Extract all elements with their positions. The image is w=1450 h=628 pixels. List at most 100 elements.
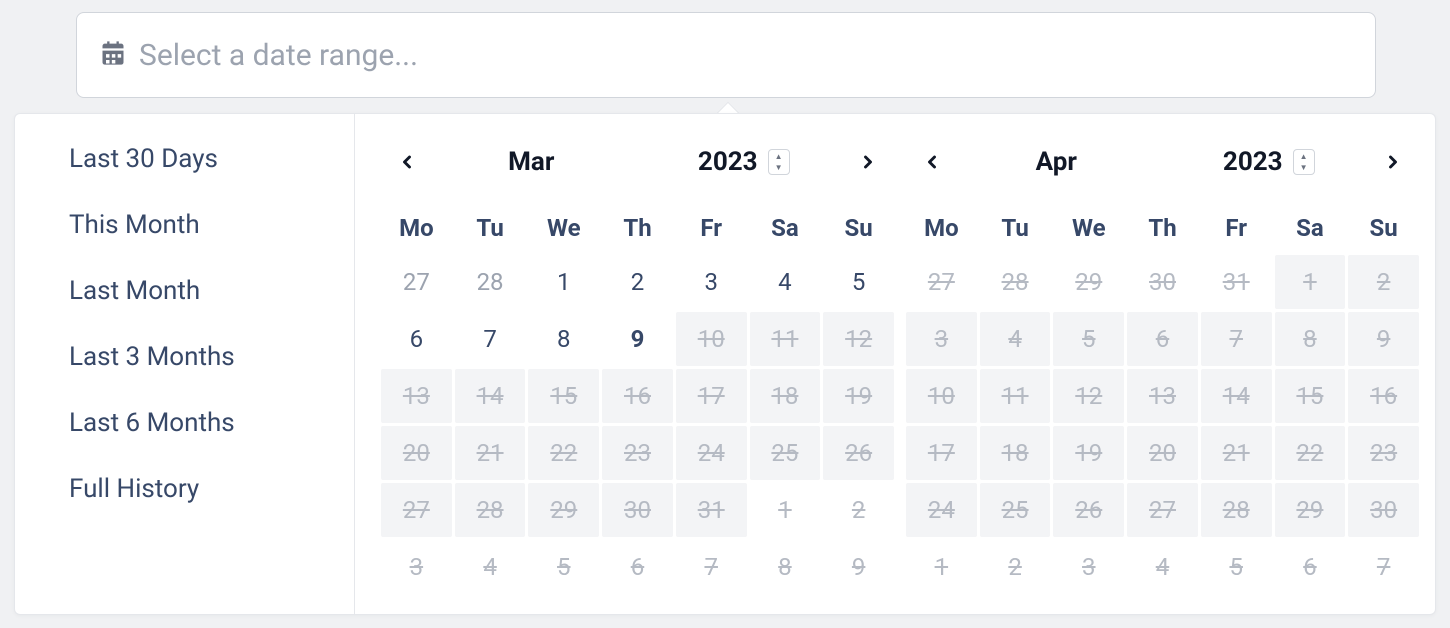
preset-this-month[interactable]: This Month <box>69 210 354 240</box>
calendar-day: 17 <box>676 369 747 423</box>
calendar-day: 30 <box>1127 255 1198 309</box>
day-of-week-header: Mo <box>381 204 452 252</box>
calendar-day[interactable]: 7 <box>455 312 526 366</box>
calendar-right-grid: MoTuWeThFrSaSu27282930311234567891011121… <box>906 204 1419 594</box>
calendar-day: 20 <box>381 426 452 480</box>
chevron-down-icon: ▼ <box>775 164 783 172</box>
calendar-day: 1 <box>1275 255 1346 309</box>
calendar-right: Apr 2023 ▲▼ MoTuWeThFrSaSu27282930311234… <box>900 136 1425 614</box>
chevron-up-icon: ▲ <box>775 153 783 161</box>
calendar-left-header: Mar 2023 ▲▼ <box>381 136 894 188</box>
calendar-day: 29 <box>528 483 599 537</box>
date-range-placeholder: Select a date range... <box>139 38 418 73</box>
preset-list: Last 30 Days This Month Last Month Last … <box>15 114 355 614</box>
day-of-week-header: Th <box>1127 204 1198 252</box>
calendar-day: 28 <box>980 255 1051 309</box>
calendar-day: 11 <box>750 312 821 366</box>
calendar-day: 1 <box>906 540 977 594</box>
day-of-week-header: We <box>528 204 599 252</box>
day-of-week-header: Th <box>602 204 673 252</box>
calendar-day: 23 <box>1348 426 1419 480</box>
calendar-day: 15 <box>1275 369 1346 423</box>
calendar-day: 19 <box>1053 426 1124 480</box>
day-of-week-header: Sa <box>750 204 821 252</box>
calendar-day: 24 <box>676 426 747 480</box>
next-month-button-left[interactable] <box>850 144 886 180</box>
calendar-day: 28 <box>1201 483 1272 537</box>
calendar-day: 7 <box>1348 540 1419 594</box>
day-of-week-header: We <box>1053 204 1124 252</box>
next-month-button[interactable] <box>1375 144 1411 180</box>
calendar-day: 29 <box>1053 255 1124 309</box>
calendar-day[interactable]: 8 <box>528 312 599 366</box>
calendar-day[interactable]: 2 <box>602 255 673 309</box>
calendar-day[interactable]: 6 <box>381 312 452 366</box>
calendar-day: 27 <box>1127 483 1198 537</box>
preset-last-month[interactable]: Last Month <box>69 276 354 306</box>
calendar-day[interactable]: 4 <box>750 255 821 309</box>
calendar-day: 8 <box>1275 312 1346 366</box>
calendar-day: 29 <box>1275 483 1346 537</box>
calendar-day[interactable]: 5 <box>823 255 894 309</box>
calendar-day: 2 <box>1348 255 1419 309</box>
calendar-day: 2 <box>980 540 1051 594</box>
calendar-day: 27 <box>906 255 977 309</box>
calendar-day: 18 <box>980 426 1051 480</box>
calendar-day: 4 <box>455 540 526 594</box>
calendar-day: 31 <box>1201 255 1272 309</box>
calendar-day: 13 <box>381 369 452 423</box>
preset-last-3-months[interactable]: Last 3 Months <box>69 342 354 372</box>
preset-last-6-months[interactable]: Last 6 Months <box>69 408 354 438</box>
calendar-left-year: 2023 <box>698 147 758 177</box>
day-of-week-header: Fr <box>1201 204 1272 252</box>
calendar-day: 11 <box>980 369 1051 423</box>
calendar-day: 30 <box>1348 483 1419 537</box>
year-spinner-right[interactable]: ▲▼ <box>1293 149 1315 175</box>
calendar-day: 3 <box>906 312 977 366</box>
calendar-day[interactable]: 27 <box>381 255 452 309</box>
calendar-day: 2 <box>823 483 894 537</box>
prev-month-button[interactable] <box>389 144 425 180</box>
prev-month-button-right[interactable] <box>914 144 950 180</box>
calendar-panels: Mar 2023 ▲▼ MoTuWeThFrSaSu27281234567891… <box>355 114 1435 614</box>
calendar-day: 5 <box>1201 540 1272 594</box>
day-of-week-header: Su <box>1348 204 1419 252</box>
calendar-left-grid: MoTuWeThFrSaSu27281234567891011121314151… <box>381 204 894 594</box>
chevron-down-icon: ▼ <box>1300 164 1308 172</box>
day-of-week-header: Su <box>823 204 894 252</box>
calendar-day: 15 <box>528 369 599 423</box>
calendar-day[interactable]: 1 <box>528 255 599 309</box>
calendar-day: 13 <box>1127 369 1198 423</box>
calendar-day: 12 <box>823 312 894 366</box>
calendar-day: 22 <box>1275 426 1346 480</box>
calendar-right-month[interactable]: Apr <box>950 147 1163 177</box>
day-of-week-header: Mo <box>906 204 977 252</box>
calendar-day: 20 <box>1127 426 1198 480</box>
preset-full-history[interactable]: Full History <box>69 474 354 504</box>
day-of-week-header: Tu <box>980 204 1051 252</box>
chevron-up-icon: ▲ <box>1300 153 1308 161</box>
calendar-day: 28 <box>455 483 526 537</box>
calendar-day[interactable]: 9 <box>602 312 673 366</box>
calendar-day: 5 <box>528 540 599 594</box>
calendar-icon <box>99 39 127 71</box>
calendar-day: 18 <box>750 369 821 423</box>
calendar-day: 10 <box>676 312 747 366</box>
day-of-week-header: Tu <box>455 204 526 252</box>
calendar-day: 31 <box>676 483 747 537</box>
calendar-day: 9 <box>1348 312 1419 366</box>
preset-last-30-days[interactable]: Last 30 Days <box>69 144 354 174</box>
calendar-day[interactable]: 28 <box>455 255 526 309</box>
date-range-popover: Last 30 Days This Month Last Month Last … <box>14 113 1436 615</box>
calendar-right-year: 2023 <box>1223 147 1283 177</box>
calendar-day[interactable]: 3 <box>676 255 747 309</box>
year-spinner-left[interactable]: ▲▼ <box>768 149 790 175</box>
calendar-day: 6 <box>1275 540 1346 594</box>
calendar-day: 14 <box>455 369 526 423</box>
calendar-day: 30 <box>602 483 673 537</box>
calendar-left-month[interactable]: Mar <box>425 147 638 177</box>
calendar-day: 25 <box>750 426 821 480</box>
calendar-right-header: Apr 2023 ▲▼ <box>906 136 1419 188</box>
day-of-week-header: Fr <box>676 204 747 252</box>
date-range-input[interactable]: Select a date range... <box>76 12 1376 98</box>
